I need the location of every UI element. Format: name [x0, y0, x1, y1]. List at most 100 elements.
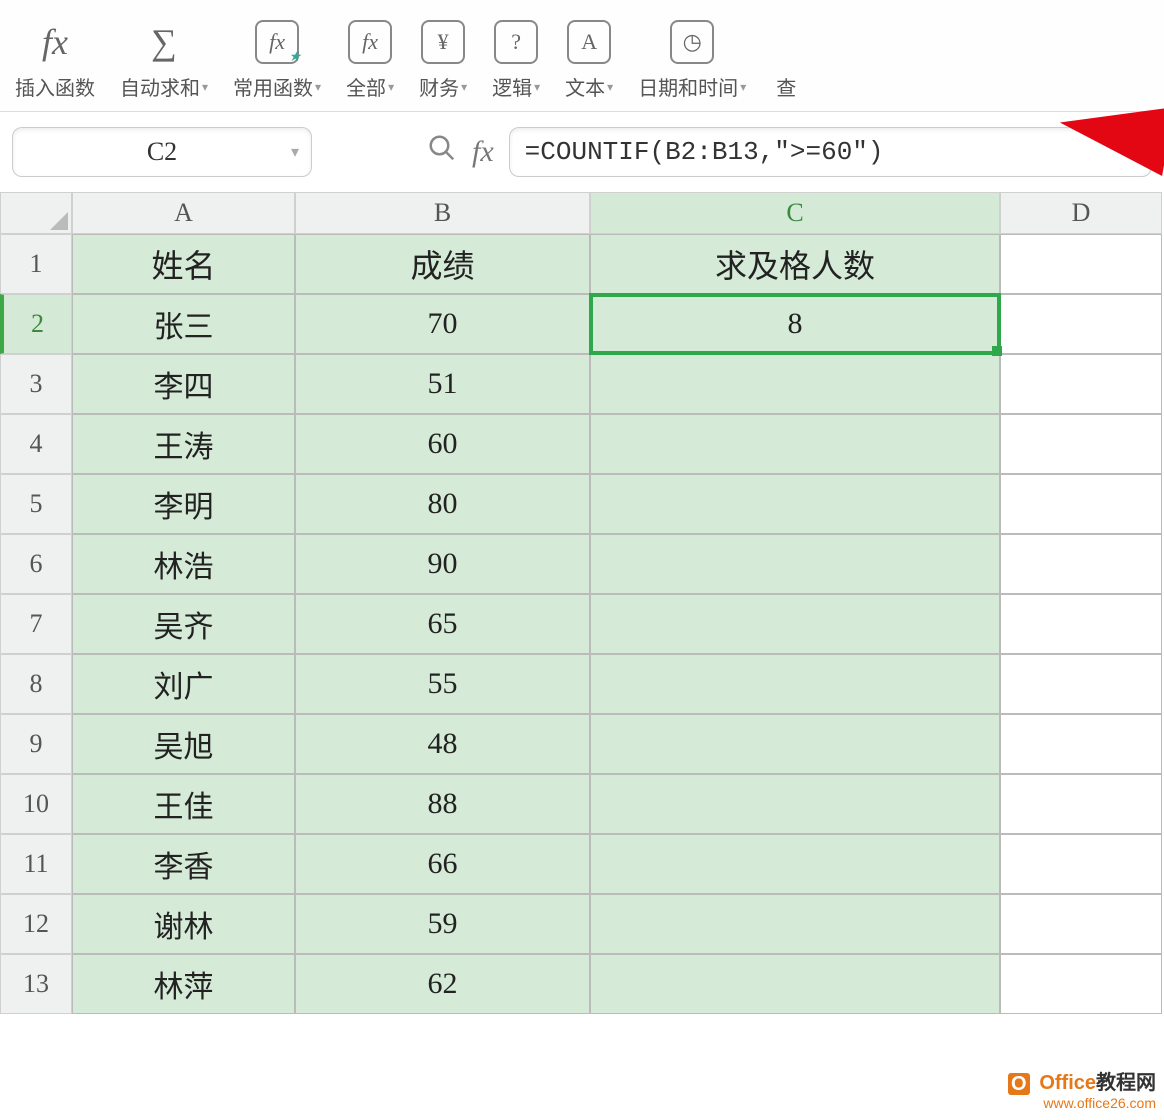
cell-B10[interactable]: 88	[295, 774, 590, 834]
table-row: 10 王佳 88	[0, 774, 1164, 834]
datetime-label: 日期和时间	[638, 72, 738, 101]
cell-D7[interactable]	[1000, 594, 1162, 654]
lookup-label: 查	[776, 72, 796, 101]
datetime-button[interactable]: ◷ 日期和时间▾	[638, 20, 746, 101]
cell-B2[interactable]: 70	[295, 294, 590, 354]
row-header-12[interactable]: 12	[0, 894, 72, 954]
row-header-8[interactable]: 8	[0, 654, 72, 714]
row-header-13[interactable]: 13	[0, 954, 72, 1014]
text-label: 文本	[565, 72, 605, 101]
cell-C1[interactable]: 求及格人数	[590, 234, 1000, 294]
all-functions-button[interactable]: fx 全部▾	[346, 20, 394, 101]
financial-label: 财务	[419, 72, 459, 101]
cell-B9[interactable]: 48	[295, 714, 590, 774]
cell-D2[interactable]	[1000, 294, 1162, 354]
cell-D6[interactable]	[1000, 534, 1162, 594]
name-box[interactable]: C2 ▾	[12, 127, 312, 177]
cell-C2[interactable]: 8	[590, 294, 1000, 354]
financial-button[interactable]: ¥ 财务▾	[419, 20, 467, 101]
cell-C11[interactable]	[590, 834, 1000, 894]
row-header-4[interactable]: 4	[0, 414, 72, 474]
cell-C5[interactable]	[590, 474, 1000, 534]
table-row: 4 王涛 60	[0, 414, 1164, 474]
column-header-B[interactable]: B	[295, 192, 590, 234]
table-row: 8 刘广 55	[0, 654, 1164, 714]
watermark-text-1a: Office	[1039, 1072, 1096, 1094]
lookup-button[interactable]: 查	[776, 20, 796, 101]
cell-A6[interactable]: 林浩	[72, 534, 295, 594]
cell-D4[interactable]	[1000, 414, 1162, 474]
cell-D13[interactable]	[1000, 954, 1162, 1014]
cell-C6[interactable]	[590, 534, 1000, 594]
cell-A12[interactable]: 谢林	[72, 894, 295, 954]
cell-B12[interactable]: 59	[295, 894, 590, 954]
cell-B1[interactable]: 成绩	[295, 234, 590, 294]
cell-B4[interactable]: 60	[295, 414, 590, 474]
cell-D10[interactable]	[1000, 774, 1162, 834]
row-header-3[interactable]: 3	[0, 354, 72, 414]
cell-A5[interactable]: 李明	[72, 474, 295, 534]
cell-A3[interactable]: 李四	[72, 354, 295, 414]
sigma-icon: ∑	[142, 20, 186, 64]
cell-C12[interactable]	[590, 894, 1000, 954]
cell-C10[interactable]	[590, 774, 1000, 834]
column-header-A[interactable]: A	[72, 192, 295, 234]
magnifier-icon[interactable]	[427, 133, 457, 171]
row-header-5[interactable]: 5	[0, 474, 72, 534]
chevron-down-icon: ▾	[315, 80, 321, 94]
cell-A1[interactable]: 姓名	[72, 234, 295, 294]
watermark-text-1b: 教程网	[1096, 1072, 1156, 1094]
cell-A8[interactable]: 刘广	[72, 654, 295, 714]
cell-C8[interactable]	[590, 654, 1000, 714]
table-row: 3 李四 51	[0, 354, 1164, 414]
common-functions-button[interactable]: fx★ 常用函数▾	[233, 20, 321, 101]
cell-C3[interactable]	[590, 354, 1000, 414]
fx-icon[interactable]: fx	[472, 135, 494, 169]
column-header-D[interactable]: D	[1000, 192, 1162, 234]
cell-C9[interactable]	[590, 714, 1000, 774]
cell-A10[interactable]: 王佳	[72, 774, 295, 834]
cell-B11[interactable]: 66	[295, 834, 590, 894]
clock-icon: ◷	[670, 20, 714, 64]
cell-A11[interactable]: 李香	[72, 834, 295, 894]
cell-C13[interactable]	[590, 954, 1000, 1014]
cell-D9[interactable]	[1000, 714, 1162, 774]
cell-A4[interactable]: 王涛	[72, 414, 295, 474]
column-header-C[interactable]: C	[590, 192, 1000, 234]
text-button[interactable]: A 文本▾	[565, 20, 613, 101]
cell-D3[interactable]	[1000, 354, 1162, 414]
row-header-10[interactable]: 10	[0, 774, 72, 834]
cell-D5[interactable]	[1000, 474, 1162, 534]
autosum-button[interactable]: ∑ 自动求和▾	[120, 20, 208, 101]
logical-button[interactable]: ? 逻辑▾	[492, 20, 540, 101]
cell-A7[interactable]: 吴齐	[72, 594, 295, 654]
cell-B5[interactable]: 80	[295, 474, 590, 534]
cell-D12[interactable]	[1000, 894, 1162, 954]
cell-B13[interactable]: 62	[295, 954, 590, 1014]
insert-function-label: 插入函数	[15, 72, 95, 101]
cell-C4[interactable]	[590, 414, 1000, 474]
cell-B6[interactable]: 90	[295, 534, 590, 594]
insert-function-button[interactable]: fx 插入函数	[15, 20, 95, 101]
row-header-6[interactable]: 6	[0, 534, 72, 594]
cell-D1[interactable]	[1000, 234, 1162, 294]
select-all-corner[interactable]	[0, 192, 72, 234]
row-header-1[interactable]: 1	[0, 234, 72, 294]
cell-A9[interactable]: 吴旭	[72, 714, 295, 774]
cell-D8[interactable]	[1000, 654, 1162, 714]
cell-D11[interactable]	[1000, 834, 1162, 894]
cell-B3[interactable]: 51	[295, 354, 590, 414]
cell-A13[interactable]: 林萍	[72, 954, 295, 1014]
text-a-icon: A	[567, 20, 611, 64]
cell-A2[interactable]: 张三	[72, 294, 295, 354]
table-row: 11 李香 66	[0, 834, 1164, 894]
row-header-11[interactable]: 11	[0, 834, 72, 894]
chevron-down-icon[interactable]: ▾	[291, 142, 299, 162]
cell-B7[interactable]: 65	[295, 594, 590, 654]
cell-B8[interactable]: 55	[295, 654, 590, 714]
cell-C7[interactable]	[590, 594, 1000, 654]
row-header-7[interactable]: 7	[0, 594, 72, 654]
row-header-9[interactable]: 9	[0, 714, 72, 774]
row-header-2[interactable]: 2	[0, 294, 72, 354]
fx-star-icon: fx★	[255, 20, 299, 64]
